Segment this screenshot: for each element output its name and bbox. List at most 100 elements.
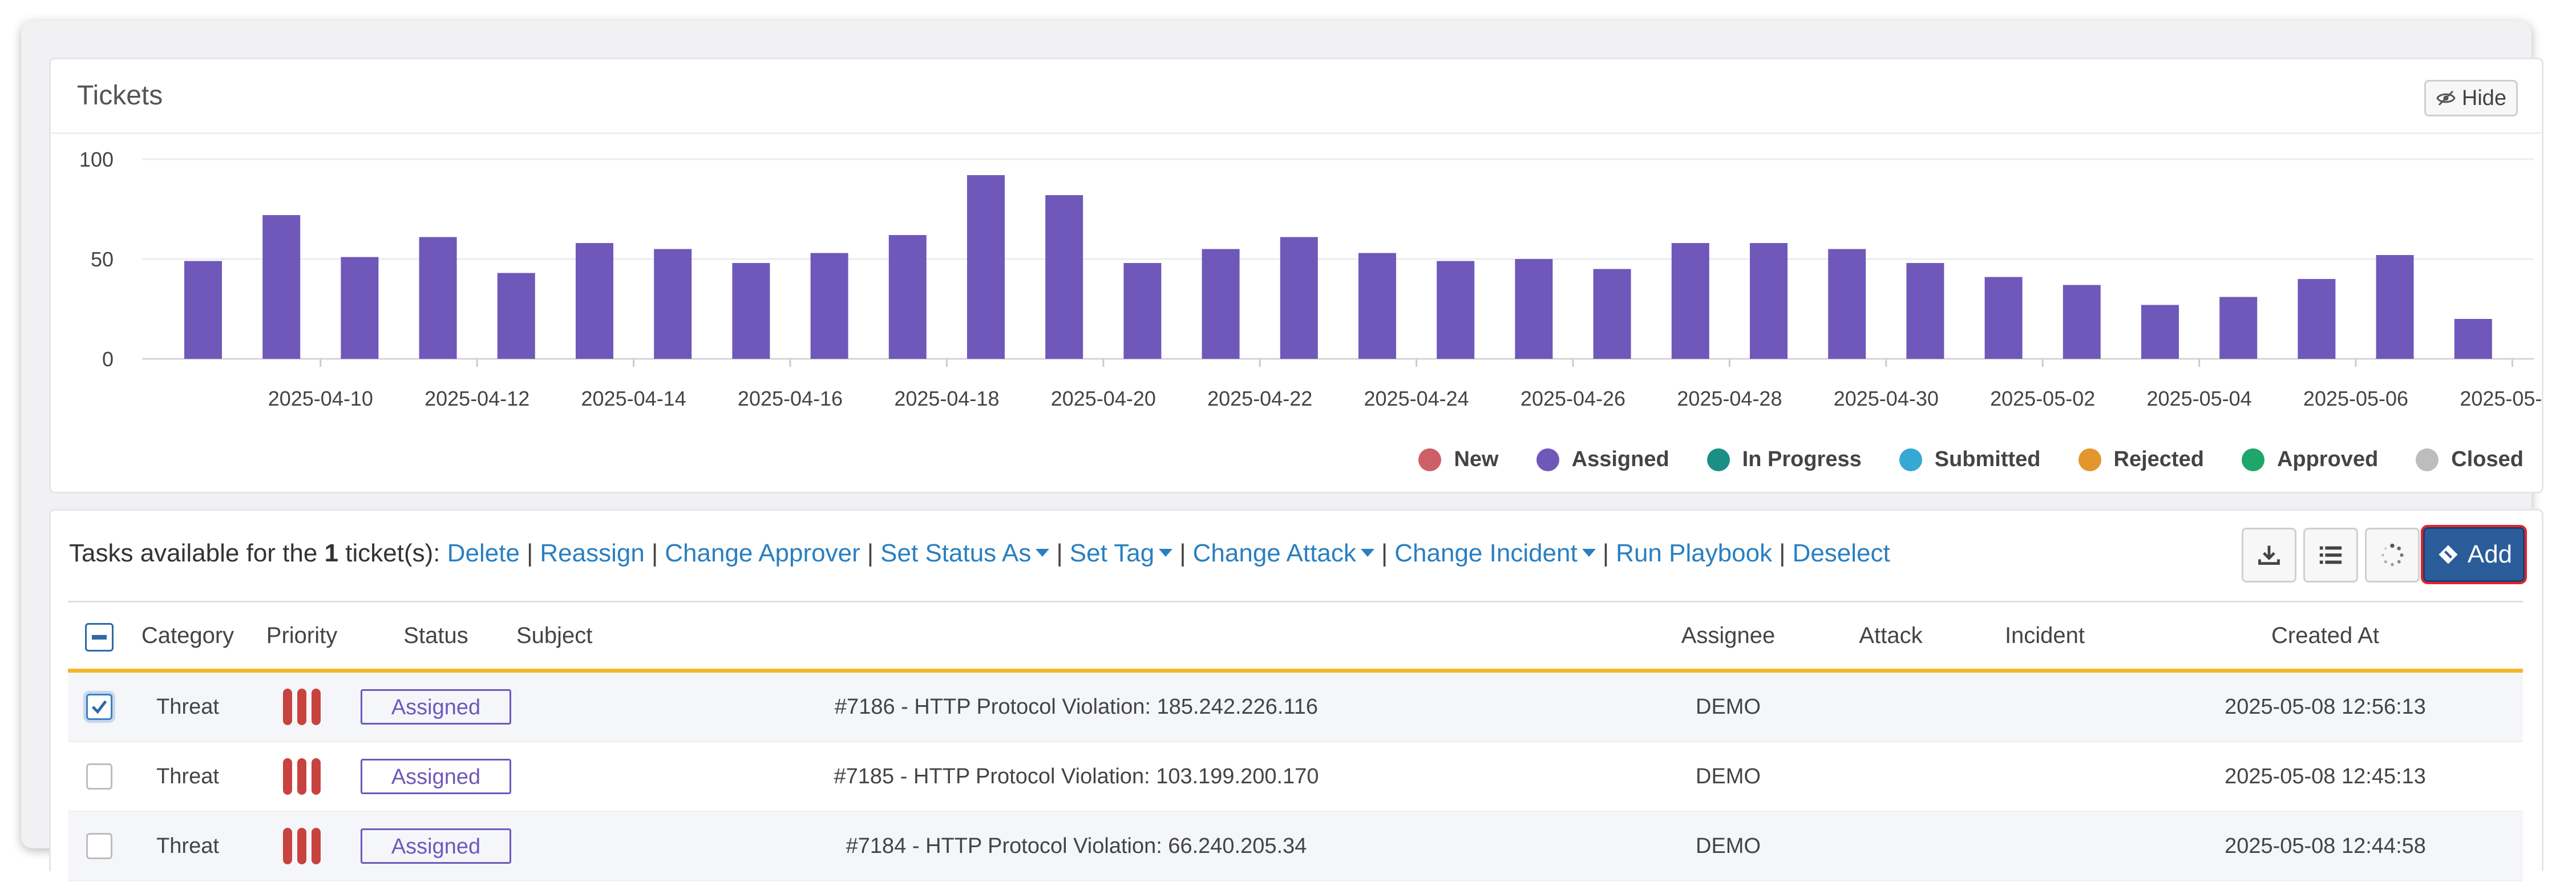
bar-2025-04-09[interactable] xyxy=(184,261,222,359)
legend-item-in-progress[interactable]: In Progress xyxy=(1706,447,1862,472)
legend-item-new[interactable]: New xyxy=(1418,447,1499,472)
caret-down-icon xyxy=(1582,549,1596,557)
action-link-set-tag[interactable]: Set Tag xyxy=(1069,539,1173,567)
x-tick-label: 2025-05-08 xyxy=(2460,387,2542,410)
legend-dot-icon xyxy=(1418,448,1442,471)
bar-2025-05-02[interactable] xyxy=(1984,277,2023,359)
legend-dot-icon xyxy=(1536,448,1559,471)
action-link-run-playbook[interactable]: Run Playbook xyxy=(1616,539,1772,567)
bar-2025-04-13[interactable] xyxy=(497,273,535,359)
tickets-list-panel: Tasks available for the 1 ticket(s): Del… xyxy=(49,509,2543,881)
action-link-change-approver[interactable]: Change Approver xyxy=(665,539,860,567)
incident-cell xyxy=(1962,670,2128,742)
bar-2025-05-07[interactable] xyxy=(2376,255,2414,359)
priority-cell xyxy=(245,670,359,742)
bar-2025-04-24[interactable] xyxy=(1358,253,1396,359)
add-ticket-button[interactable]: Add xyxy=(2421,525,2527,584)
refresh-button[interactable] xyxy=(2365,528,2420,582)
bar-2025-04-21[interactable] xyxy=(1123,263,1162,359)
action-label: Set Tag xyxy=(1069,539,1155,567)
x-tick-label: 2025-04-22 xyxy=(1207,387,1312,410)
priority-cell xyxy=(245,742,359,812)
bar-2025-04-18[interactable] xyxy=(888,235,927,359)
bar-2025-04-23[interactable] xyxy=(1280,237,1318,359)
hide-button-label: Hide xyxy=(2461,86,2507,110)
column-header-category[interactable]: Category xyxy=(131,601,245,673)
column-header-status[interactable]: Status xyxy=(359,601,513,673)
action-label: Delete xyxy=(447,539,520,567)
bar-2025-04-17[interactable] xyxy=(810,253,848,359)
column-header-assignee[interactable]: Assignee xyxy=(1637,601,1819,673)
download-button[interactable] xyxy=(2242,528,2296,582)
bar-2025-04-20[interactable] xyxy=(1045,195,1083,359)
action-link-delete[interactable]: Delete xyxy=(447,539,520,567)
bar-2025-04-26[interactable] xyxy=(1515,259,1553,359)
table-row[interactable]: Threat Assigned #7184 - HTTP Protocol Vi… xyxy=(68,811,2523,881)
bar-2025-04-16[interactable] xyxy=(732,263,770,359)
action-separator: | xyxy=(651,539,658,567)
assignee-cell: DEMO xyxy=(1637,811,1819,881)
x-tick-label: 2025-04-20 xyxy=(1051,387,1156,410)
bar-2025-05-03[interactable] xyxy=(2063,285,2101,359)
subject-cell[interactable]: #7185 - HTTP Protocol Violation: 103.199… xyxy=(513,742,1637,812)
bar-2025-04-29[interactable] xyxy=(1750,243,1788,359)
bar-2025-04-14[interactable] xyxy=(576,243,613,359)
legend-item-assigned[interactable]: Assigned xyxy=(1536,447,1669,472)
column-header-subject[interactable]: Subject xyxy=(513,601,1637,673)
bar-2025-05-04[interactable] xyxy=(2141,305,2179,359)
action-link-change-attack[interactable]: Change Attack xyxy=(1193,539,1374,567)
category-cell: Threat xyxy=(131,670,245,742)
column-header-created-at[interactable]: Created At xyxy=(2128,601,2523,673)
created-at-cell: 2025-05-08 12:45:13 xyxy=(2128,742,2523,812)
select-all-cell[interactable] xyxy=(68,601,131,673)
column-header-priority[interactable]: Priority xyxy=(245,601,359,673)
status-cell: Assigned xyxy=(359,811,513,881)
row-select-cell[interactable] xyxy=(68,811,131,881)
bar-2025-05-01[interactable] xyxy=(1906,263,1944,359)
column-header-incident[interactable]: Incident xyxy=(1962,601,2128,673)
bar-2025-04-25[interactable] xyxy=(1437,261,1475,359)
bar-2025-04-22[interactable] xyxy=(1202,249,1240,359)
action-link-reassign[interactable]: Reassign xyxy=(540,539,644,567)
action-link-change-incident[interactable]: Change Incident xyxy=(1394,539,1596,567)
attack-cell xyxy=(1819,811,1962,881)
bar-2025-04-27[interactable] xyxy=(1593,269,1631,359)
bar-2025-04-10[interactable] xyxy=(262,215,301,359)
legend-item-submitted[interactable]: Submitted xyxy=(1899,447,2041,472)
bar-2025-04-15[interactable] xyxy=(654,249,692,359)
bar-2025-04-19[interactable] xyxy=(967,175,1005,359)
subject-cell[interactable]: #7186 - HTTP Protocol Violation: 185.242… xyxy=(513,670,1637,742)
bar-2025-05-05[interactable] xyxy=(2219,297,2258,359)
subject-cell[interactable]: #7184 - HTTP Protocol Violation: 66.240.… xyxy=(513,811,1637,881)
hide-chart-button[interactable]: Hide xyxy=(2424,80,2518,116)
row-checkbox[interactable] xyxy=(86,833,112,859)
legend-item-rejected[interactable]: Rejected xyxy=(2078,447,2204,472)
select-all-checkbox[interactable] xyxy=(85,623,114,652)
chart-divider xyxy=(51,132,2542,134)
column-header-attack[interactable]: Attack xyxy=(1819,601,1962,673)
action-link-set-status-as[interactable]: Set Status As xyxy=(880,539,1050,567)
x-tick-label: 2025-04-16 xyxy=(738,387,843,410)
bar-2025-04-28[interactable] xyxy=(1671,243,1709,359)
row-checkbox[interactable] xyxy=(86,763,112,790)
action-link-deselect[interactable]: Deselect xyxy=(1793,539,1890,567)
bar-chart: 0 50 100 2025-04-10 2025-04-12 2025-04-14 2025… xyxy=(79,148,2542,410)
bar-2025-04-11[interactable] xyxy=(341,257,379,359)
list-view-button[interactable] xyxy=(2303,528,2358,582)
legend-item-approved[interactable]: Approved xyxy=(2241,447,2378,472)
selected-count: 1 xyxy=(324,539,339,567)
download-icon xyxy=(2258,545,2280,565)
bar-2025-04-30[interactable] xyxy=(1828,249,1866,359)
legend-label: Rejected xyxy=(2113,447,2204,471)
legend-label: New xyxy=(1454,447,1499,471)
table-row[interactable]: Threat Assigned #7185 - HTTP Protocol Vi… xyxy=(68,742,2523,812)
add-button-label: Add xyxy=(2467,540,2513,568)
row-checkbox[interactable] xyxy=(86,694,112,720)
legend-item-closed[interactable]: Closed xyxy=(2416,447,2524,472)
row-select-cell[interactable] xyxy=(68,742,131,812)
table-row[interactable]: Threat Assigned #7186 - HTTP Protocol Vi… xyxy=(68,670,2523,742)
bar-2025-04-12[interactable] xyxy=(419,237,457,359)
bar-2025-05-08[interactable] xyxy=(2454,319,2492,359)
bar-2025-05-06[interactable] xyxy=(2298,279,2336,359)
row-select-cell[interactable] xyxy=(68,670,131,742)
